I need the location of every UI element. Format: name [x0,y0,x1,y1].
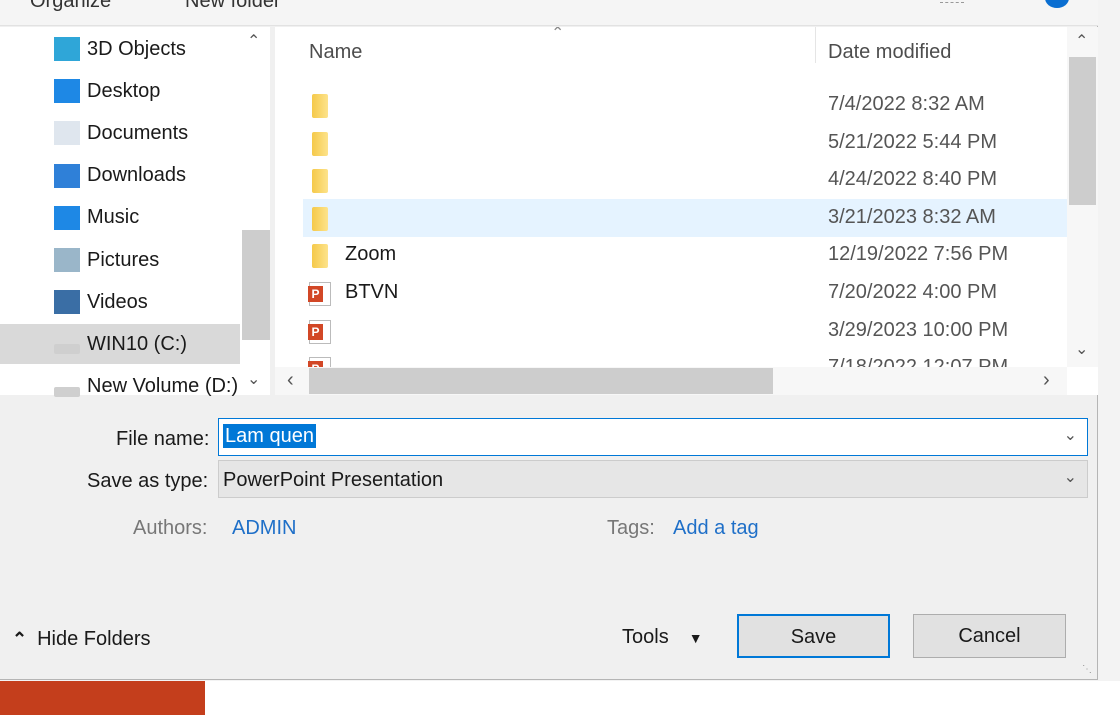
nav-item-label: WIN10 (C:) [87,332,187,355]
save-as-dialog: Organize New folder 3D Objects Desktop Doc… [0,0,1098,680]
authors-label: Authors: [133,517,208,539]
nav-item-label: 3D Objects [87,37,186,60]
file-scrollbar[interactable]: ⌃ ⌄ [1067,27,1098,367]
nav-item[interactable]: New Volume (D:) [0,367,240,407]
hide-folders-button[interactable]: ⌃ Hide Folders [12,628,150,651]
file-row[interactable]: 5/21/2022 5:44 PM [303,124,1067,162]
file-date: 4/24/2022 8:40 PM [828,168,998,191]
nav-item[interactable]: WIN10 (C:) [0,324,240,365]
drive-icon [54,386,80,397]
cube-icon [54,37,80,61]
file-list: ⌃ Name Date modified 7/4/2022 8:32 AM 5/2… [275,27,1098,395]
scroll-right-icon[interactable]: › [1043,369,1050,392]
save-type-select[interactable]: PowerPoint Presentation ⌄ [218,460,1088,498]
folder-icon [312,206,328,231]
documents-icon [54,121,80,146]
nav-item[interactable]: Downloads [0,156,240,196]
file-row[interactable]: 3/29/2023 10:00 PM [303,312,1067,350]
new-folder-button[interactable]: New folder [185,0,281,13]
chevron-up-icon: ⌃ [12,629,28,649]
authors-value[interactable]: ADMIN [232,517,296,540]
file-date: 12/19/2022 7:56 PM [828,243,1009,266]
download-arrow-icon [54,163,80,188]
file-name: Zoom [345,243,397,266]
file-name-label: File name: [116,428,210,450]
file-name-input[interactable]: Lam quen ⌄ [218,418,1088,456]
horizontal-scroll-thumb[interactable] [309,368,773,394]
nav-item-label: Videos [87,290,148,313]
navigation-pane: 3D Objects Desktop Documents Downloads Music… [0,27,270,397]
sort-ascending-icon: ⌃ [551,27,565,42]
column-header-name[interactable]: Name [309,41,362,64]
nav-item-label: Music [87,206,140,229]
chevron-down-icon[interactable]: ⌄ [1064,425,1077,445]
view-options-icon[interactable] [940,2,964,8]
chevron-down-icon[interactable]: ⌄ [1064,467,1077,487]
file-name-value: Lam quen [223,424,316,448]
powerpoint-file-icon [308,319,331,344]
scroll-down-icon[interactable]: ⌄ [1075,339,1088,359]
scroll-up-icon[interactable]: ⌃ [247,31,260,51]
scroll-up-icon[interactable]: ⌃ [1075,31,1088,51]
folder-icon [312,244,328,269]
column-divider[interactable] [815,27,816,63]
nav-item-label: New Volume (D:) [87,375,239,398]
file-name: BTVN [345,281,399,303]
file-scroll-thumb[interactable] [1069,57,1096,205]
nav-item[interactable]: Desktop [0,71,240,111]
scroll-down-icon[interactable]: ⌄ [247,369,260,389]
file-row[interactable]: BTVN 7/20/2022 4:00 PM [303,274,1067,312]
horizontal-scrollbar[interactable]: ‹ › [275,367,1067,395]
nav-item[interactable]: 3D Objects [0,29,240,69]
file-date: 3/21/2023 8:32 AM [828,205,996,228]
nav-scroll-thumb[interactable] [242,230,270,340]
pictures-icon [54,248,80,272]
file-date: 7/20/2022 4:00 PM [828,281,998,303]
nav-item[interactable]: Documents [0,113,240,153]
file-row[interactable]: 3/21/2023 8:32 AM [303,198,1067,237]
folder-icon [312,169,328,194]
file-row[interactable]: 7/4/2022 8:32 AM [303,86,1067,124]
file-date: 5/21/2022 5:44 PM [828,130,998,153]
tags-label: Tags: [607,517,655,539]
nav-item[interactable]: Pictures [0,240,240,280]
drive-icon [54,344,80,355]
nav-scrollbar[interactable]: ⌃ ⌄ [242,27,270,395]
nav-item[interactable]: Videos [0,282,240,322]
file-date: 7/4/2022 8:32 AM [828,93,985,115]
tags-input[interactable]: Add a tag [673,517,759,540]
save-type-value: PowerPoint Presentation [223,469,444,491]
nav-item-label: Downloads [87,164,186,187]
nav-item[interactable]: Music [0,198,240,238]
save-type-label: Save as type: [87,470,209,492]
column-header-date[interactable]: Date modified [828,41,951,64]
tools-label: Tools [622,626,669,648]
save-button[interactable]: Save [737,614,890,658]
music-note-icon [54,205,80,230]
organize-button[interactable]: Organize [30,0,111,13]
nav-item-label: Desktop [87,79,161,102]
desktop-icon [54,79,80,104]
scroll-left-icon[interactable]: ‹ [287,369,294,392]
help-icon[interactable] [1045,0,1069,8]
toolbar: Organize New folder [0,0,1098,26]
resize-grip-icon[interactable]: ⋱ [1082,664,1092,675]
cancel-button[interactable]: Cancel [913,614,1066,658]
videos-icon [54,290,80,315]
tools-button[interactable]: Tools ▼ [622,626,703,649]
powerpoint-file-icon [308,282,331,306]
nav-item-label: Pictures [87,248,160,271]
nav-item-label: Documents [87,121,189,144]
folder-icon [312,94,328,118]
app-background [205,681,1120,715]
file-row[interactable]: Zoom 12/19/2022 7:56 PM [303,236,1067,274]
caret-down-icon: ▼ [688,629,703,646]
file-date: 3/29/2023 10:00 PM [828,318,1009,341]
hide-folders-label: Hide Folders [37,628,151,650]
folder-icon [312,131,328,156]
app-background-panel [0,681,205,715]
file-row[interactable]: 4/24/2022 8:40 PM [303,161,1067,199]
